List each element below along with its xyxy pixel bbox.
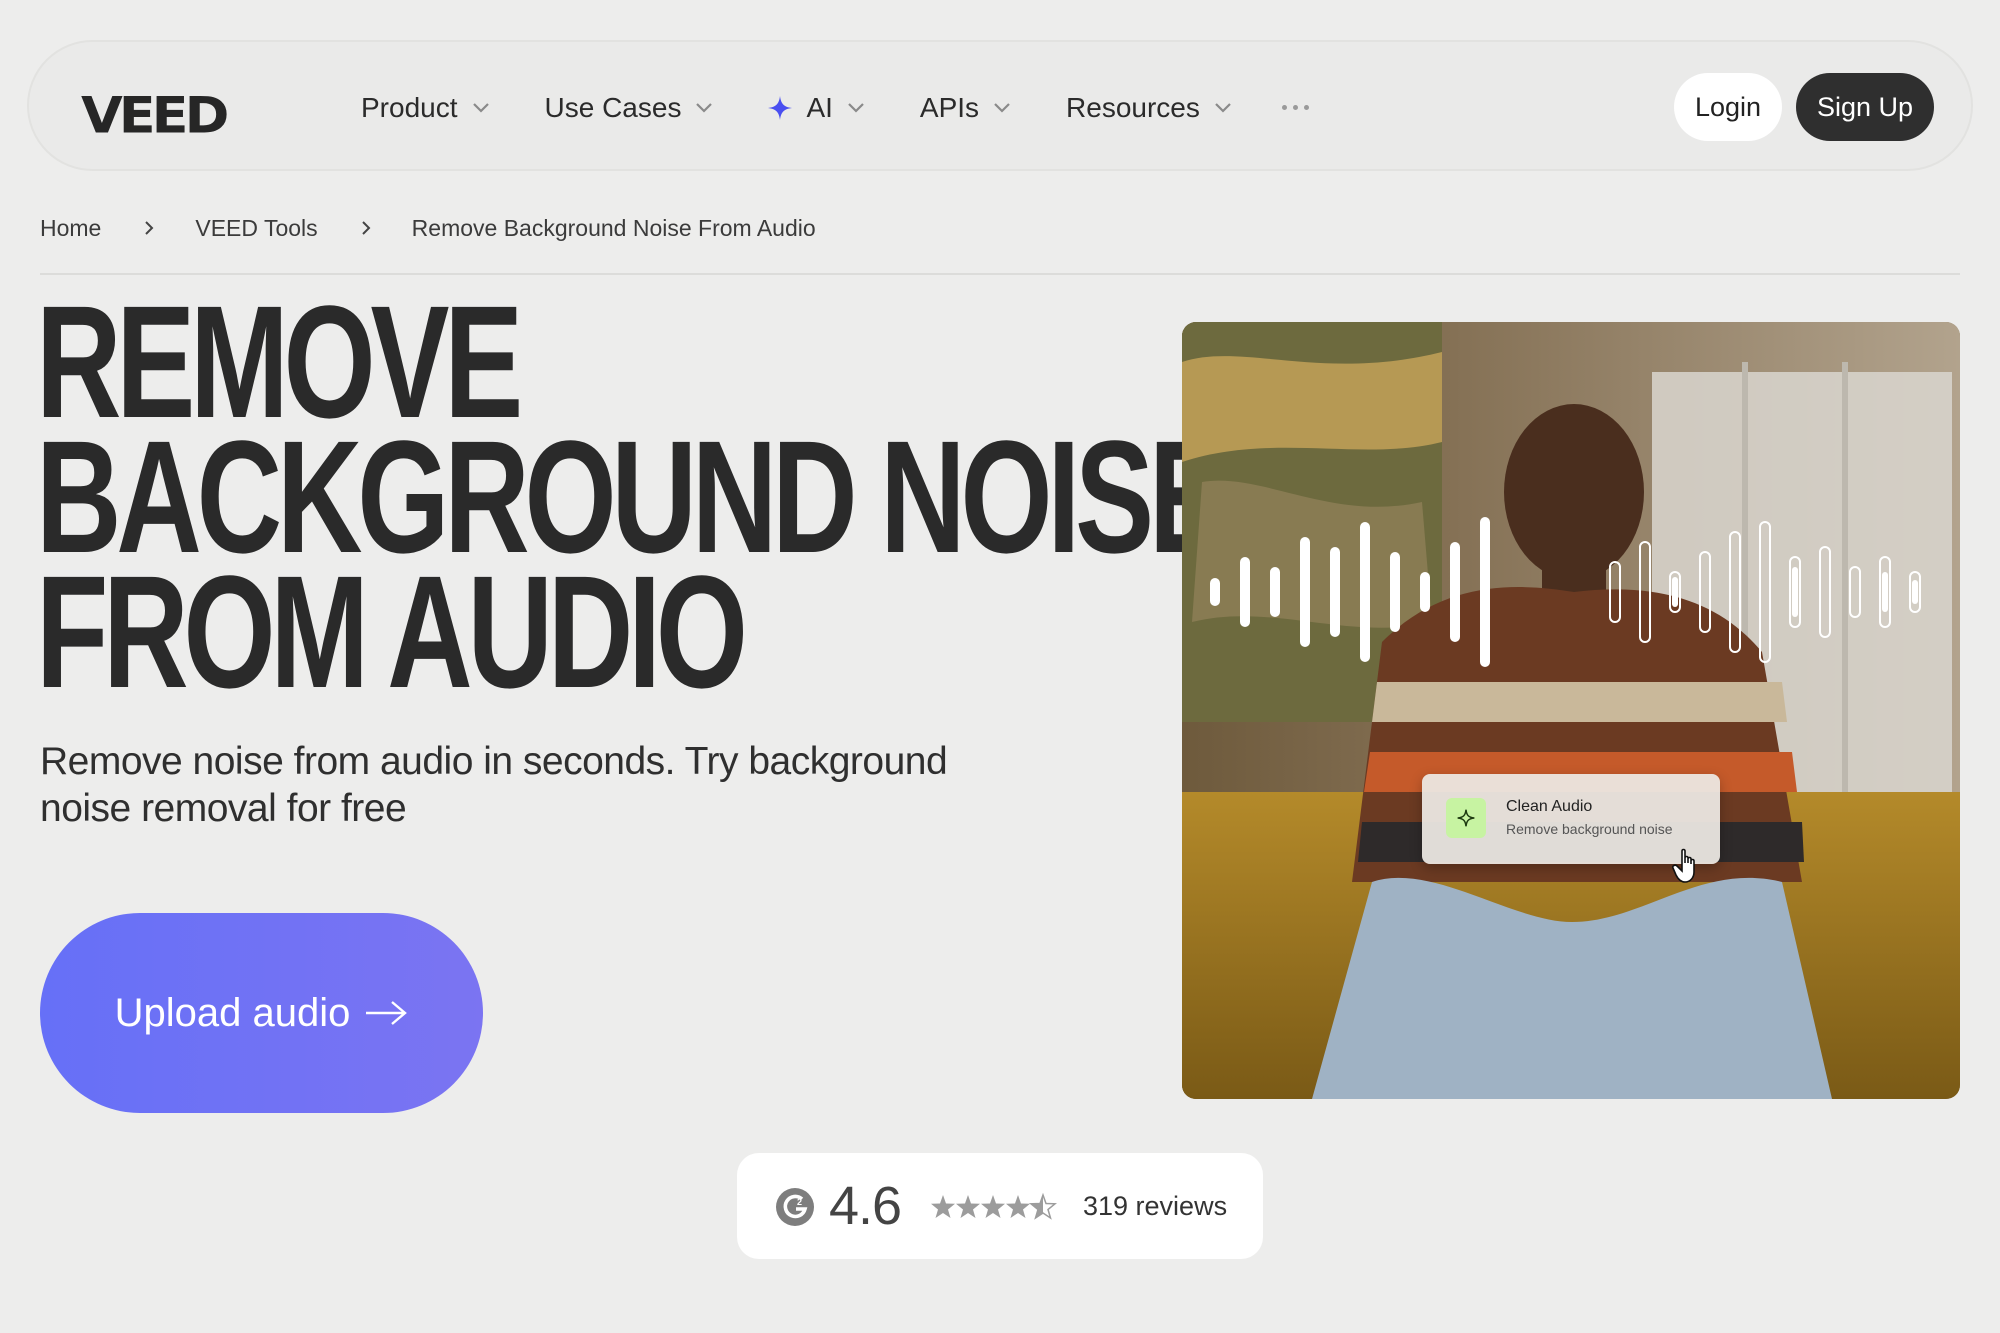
menu-item-label: APIs [919,91,980,123]
signup-button[interactable]: Sign Up [1796,73,1934,141]
hand-cursor-icon [1672,848,1695,883]
more-menu-icon[interactable] [1281,95,1309,120]
clean-audio-title: Clean Audio [1506,798,1593,815]
menu-item-label: Resources [1066,91,1200,123]
menu-item-use-cases[interactable]: Use Cases [545,92,714,124]
page-title: REMOVE BACKGROUND NOISE FROM AUDIO [36,282,1228,721]
menu-item-ai[interactable]: AI [768,92,864,124]
sparkle-icon [1446,798,1486,838]
clean-audio-subtitle: Remove background noise [1506,821,1673,837]
breadcrumb-current: Remove Background Noise From Audio [411,214,816,241]
g2-icon: 2 [776,1188,814,1226]
breadcrumb-veed-tools[interactable]: VEED Tools [195,215,317,242]
main-menu: Product Use Cases AI APIs Resources [332,42,1309,173]
upload-audio-button[interactable]: Upload audio [40,913,483,1113]
svg-text:2: 2 [797,1197,802,1207]
hero-subtitle: Remove noise from audio in seconds. Try … [40,740,948,830]
page: VEED Product Use Cases AI APIs Resources [0,0,2000,1333]
menu-item-label: Product [361,91,458,123]
chevron-down-icon [994,102,1010,113]
chevron-right-icon [361,221,371,235]
login-button[interactable]: Login [1674,73,1782,141]
menu-item-product[interactable]: Product [361,92,490,124]
upload-audio-label: Upload audio [114,990,351,1035]
hero-photo [1182,322,1960,1099]
hero-image: Clean Audio Remove background noise [1182,322,1960,1099]
chevron-down-icon [848,102,864,113]
menu-item-label: Use Cases [544,91,682,123]
review-count: 319 reviews [1083,1191,1228,1221]
rating-value: 4.6 [829,1176,902,1236]
chevron-down-icon [1215,102,1231,113]
menu-item-resources[interactable]: Resources [1066,92,1232,124]
star-rating-icon [931,1194,1056,1219]
sparkle-icon [768,95,793,120]
top-navigation: VEED Product Use Cases AI APIs Resources [27,40,1973,171]
veed-logo[interactable]: VEED [81,87,229,145]
title-line: FROM AUDIO [36,542,748,721]
breadcrumb-home[interactable]: Home [40,215,101,242]
rating-badge[interactable]: 2 4.6 319 reviews [737,1153,1263,1259]
chevron-down-icon [472,102,489,113]
breadcrumb: Home VEED Tools Remove Background Noise … [40,213,816,243]
chevron-down-icon [696,102,713,113]
chevron-right-icon [145,221,154,235]
menu-item-label: AI [806,91,833,123]
arrow-right-icon [366,1001,408,1025]
menu-item-apis[interactable]: APIs [920,92,1011,124]
